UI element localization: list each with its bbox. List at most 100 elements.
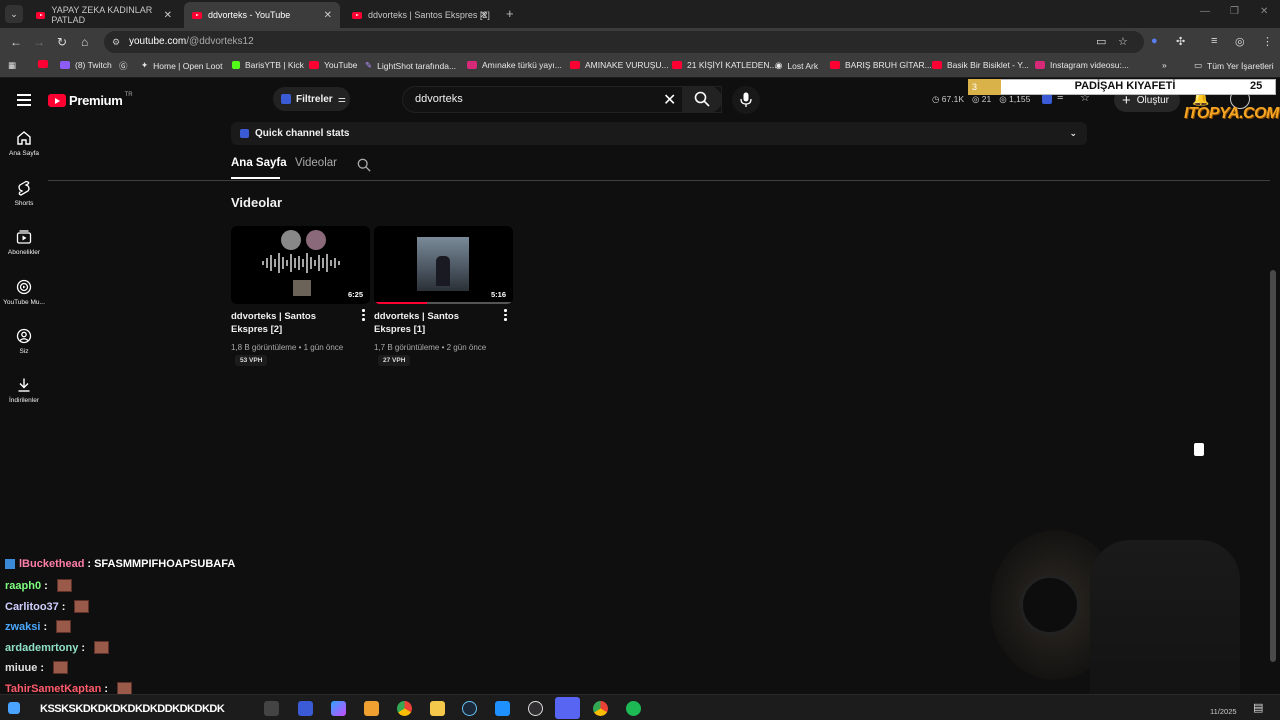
steam-icon[interactable] bbox=[462, 701, 477, 716]
minimize-icon[interactable]: — bbox=[1200, 6, 1210, 17]
extension-icon[interactable]: ● bbox=[1151, 35, 1158, 47]
apps-grid-icon[interactable]: ▦ bbox=[8, 60, 16, 71]
file-explorer-icon[interactable] bbox=[430, 701, 445, 716]
voice-search-button[interactable] bbox=[732, 86, 760, 114]
video-menu-icon[interactable] bbox=[362, 309, 366, 323]
bookmark-item[interactable]: BarisYTB | Kick bbox=[232, 60, 304, 70]
streamer-webcam bbox=[990, 520, 1250, 720]
chat-message: lBuckethead: SFASMMPIFHOAPSUBAFA bbox=[5, 558, 235, 570]
chevron-down-icon[interactable]: ⌄ bbox=[1069, 128, 1077, 139]
overlay-count: 25 bbox=[1250, 80, 1263, 92]
sponsor-logo: ITOPYA.COM bbox=[1184, 105, 1279, 122]
channel-stats-bar: ◷ 67.1K ◎ 21 ◎ 1,155 bbox=[932, 94, 1030, 105]
bookmark-youtube-icon[interactable] bbox=[38, 60, 53, 68]
copilot-icon[interactable] bbox=[331, 701, 346, 716]
browser-tab[interactable]: ddvorteks | Santos Ekspres [2] ✕ bbox=[344, 3, 496, 27]
app-icon[interactable] bbox=[495, 701, 510, 716]
close-tab-icon[interactable]: ✕ bbox=[480, 10, 488, 21]
address-bar[interactable]: ⚙ youtube.com/@ddvorteks12 bbox=[104, 31, 1144, 53]
close-window-icon[interactable]: ✕ bbox=[1260, 6, 1268, 17]
app-icon[interactable] bbox=[298, 701, 313, 716]
overlay-title: PADİŞAH KIYAFETİ bbox=[1074, 80, 1176, 92]
discord-icon[interactable] bbox=[555, 697, 580, 719]
chat-message: ardademrtony: bbox=[5, 641, 110, 654]
extensions-puzzle-icon[interactable]: ✣ bbox=[1176, 35, 1185, 48]
vph-badge: 53 VPH bbox=[235, 355, 268, 366]
quick-channel-stats-panel[interactable]: Quick channel stats ⌄ bbox=[231, 122, 1087, 145]
bookmark-item[interactable]: BARIŞ BRUH GİTAR... bbox=[830, 60, 932, 70]
bookmark-star-icon[interactable]: ☆ bbox=[1118, 35, 1128, 48]
chat-message: Carlitoo37: bbox=[5, 600, 90, 613]
sidebar-item-you[interactable]: Siz bbox=[0, 328, 48, 355]
youtube-play-icon bbox=[48, 94, 66, 107]
reload-icon[interactable]: ↻ bbox=[57, 35, 67, 49]
channel-search-icon[interactable] bbox=[357, 158, 371, 172]
chat-spam-text: KSSKSKDKDKDKDKDKDDKDKDKDK bbox=[40, 703, 225, 715]
vph-badge: 27 VPH bbox=[378, 355, 411, 366]
bookmark-item[interactable]: YouTube bbox=[309, 60, 357, 70]
bookmark-item[interactable]: ◉ Lost Ark bbox=[775, 60, 818, 71]
browser-menu-icon[interactable]: ⋮ bbox=[1262, 35, 1273, 48]
page-scrollbar[interactable] bbox=[1270, 270, 1276, 662]
forward-icon[interactable]: → bbox=[33, 35, 45, 49]
store-icon[interactable] bbox=[364, 701, 379, 716]
extension-badge-icon[interactable] bbox=[1042, 94, 1052, 104]
bookmark-item[interactable]: Instagram videosu:... bbox=[1035, 60, 1129, 70]
search-button[interactable] bbox=[682, 86, 722, 113]
bookmarks-bar: ▦ (8) Twitch Ⓖ ✦ Home | Open Loot BarisYT… bbox=[0, 56, 1280, 78]
tab-videos[interactable]: Videolar bbox=[295, 157, 337, 169]
browser-tab-active[interactable]: ddvorteks - YouTube ✕ bbox=[184, 2, 340, 28]
bookmark-item[interactable]: ✎ LightShot tarafında... bbox=[365, 60, 456, 71]
video-title[interactable]: ddvorteks | Santos Ekspres [2] bbox=[231, 310, 355, 336]
bookmark-item[interactable]: Basik Bir Bisiklet - Y... bbox=[932, 60, 1029, 70]
sidebar-item-subscriptions[interactable]: Abonelikler bbox=[0, 229, 48, 256]
clear-search-icon[interactable]: ✕ bbox=[663, 90, 676, 110]
waveform-graphic bbox=[262, 253, 340, 273]
bookmark-item[interactable]: 21 KİŞİYİ KATLEDEN... bbox=[672, 60, 777, 70]
video-thumbnail[interactable]: 5:16 bbox=[374, 226, 513, 304]
new-tab-button[interactable]: + bbox=[506, 6, 514, 21]
chrome-profile-icon[interactable] bbox=[593, 701, 608, 716]
chrome-icon[interactable] bbox=[397, 701, 412, 716]
bookmark-item[interactable]: Amınake türkü yayı... bbox=[467, 60, 562, 70]
start-menu-icon[interactable] bbox=[8, 702, 20, 714]
media-control-icon[interactable]: ≡ bbox=[1211, 35, 1217, 47]
notifications-icon[interactable]: ▤ bbox=[1253, 701, 1263, 714]
youtube-logo[interactable]: Premium TR bbox=[48, 92, 133, 108]
all-bookmarks-folder[interactable]: ▭ Tüm Yer İşaretleri bbox=[1194, 60, 1274, 71]
profile-icon[interactable]: ◎ bbox=[1235, 35, 1245, 48]
video-thumbnail[interactable]: 6:25 bbox=[231, 226, 370, 304]
youtube-favicon-icon bbox=[192, 11, 202, 19]
back-icon[interactable]: ← bbox=[10, 35, 22, 49]
site-info-icon[interactable]: ⚙ bbox=[112, 31, 120, 53]
restore-icon[interactable]: ❐ bbox=[1230, 6, 1239, 17]
sidebar-item-shorts[interactable]: Shorts bbox=[0, 180, 48, 207]
obs-icon[interactable] bbox=[528, 701, 543, 716]
bookmarks-overflow-icon[interactable]: » bbox=[1162, 60, 1167, 70]
thumbnail-image bbox=[293, 280, 311, 296]
extension-badge-icon bbox=[281, 94, 291, 104]
close-tab-icon[interactable]: ✕ bbox=[324, 10, 332, 21]
task-view-icon[interactable] bbox=[264, 701, 279, 716]
video-title[interactable]: ddvorteks | Santos Ekspres [1] bbox=[374, 310, 498, 336]
sidebar-item-downloads[interactable]: İndirilenler bbox=[0, 377, 48, 404]
spotify-icon[interactable] bbox=[626, 701, 641, 716]
tab-search-button[interactable]: ⌄ bbox=[5, 5, 23, 23]
filters-button[interactable]: Filtreler ⚌ bbox=[273, 87, 350, 111]
install-app-icon[interactable]: ▭ bbox=[1096, 35, 1106, 48]
tab-home[interactable]: Ana Sayfa bbox=[231, 157, 287, 169]
hamburger-menu-icon[interactable] bbox=[17, 94, 31, 109]
video-menu-icon[interactable] bbox=[504, 309, 508, 323]
bookmark-item[interactable]: (8) Twitch bbox=[60, 60, 112, 70]
sidebar-item-home[interactable]: Ana Sayfa bbox=[0, 130, 48, 157]
emote-icon bbox=[53, 661, 69, 674]
bookmark-google-icon[interactable]: Ⓖ bbox=[119, 60, 128, 72]
bookmark-item[interactable]: AMINAKE VURUŞU... bbox=[570, 60, 669, 70]
home-button-icon[interactable]: ⌂ bbox=[81, 35, 88, 49]
bookmark-item[interactable]: ✦ Home | Open Loot bbox=[141, 60, 222, 71]
browser-tab[interactable]: YAPAY ZEKA KADINLAR PATLAD ✕ bbox=[28, 3, 180, 27]
close-tab-icon[interactable]: ✕ bbox=[164, 10, 172, 21]
emote-icon bbox=[56, 579, 72, 592]
sidebar-item-youtube-music[interactable]: YouTube Mu... bbox=[0, 279, 48, 306]
headphones-shape bbox=[1020, 575, 1080, 635]
